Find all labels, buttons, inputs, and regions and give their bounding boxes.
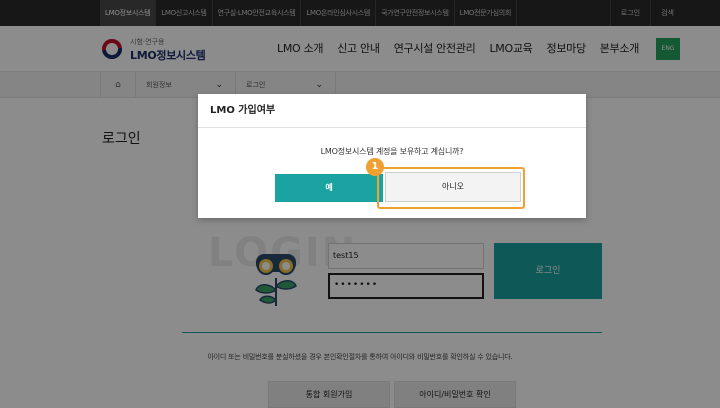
step-number-badge: 1 (366, 158, 384, 176)
step-highlight-frame (377, 167, 525, 209)
dialog-title: LMO 가입여부 (198, 94, 586, 128)
dialog-message: LMO정보시스템 계정을 보유하고 계십니까? (320, 147, 464, 156)
yes-button[interactable]: 예 (275, 174, 383, 202)
